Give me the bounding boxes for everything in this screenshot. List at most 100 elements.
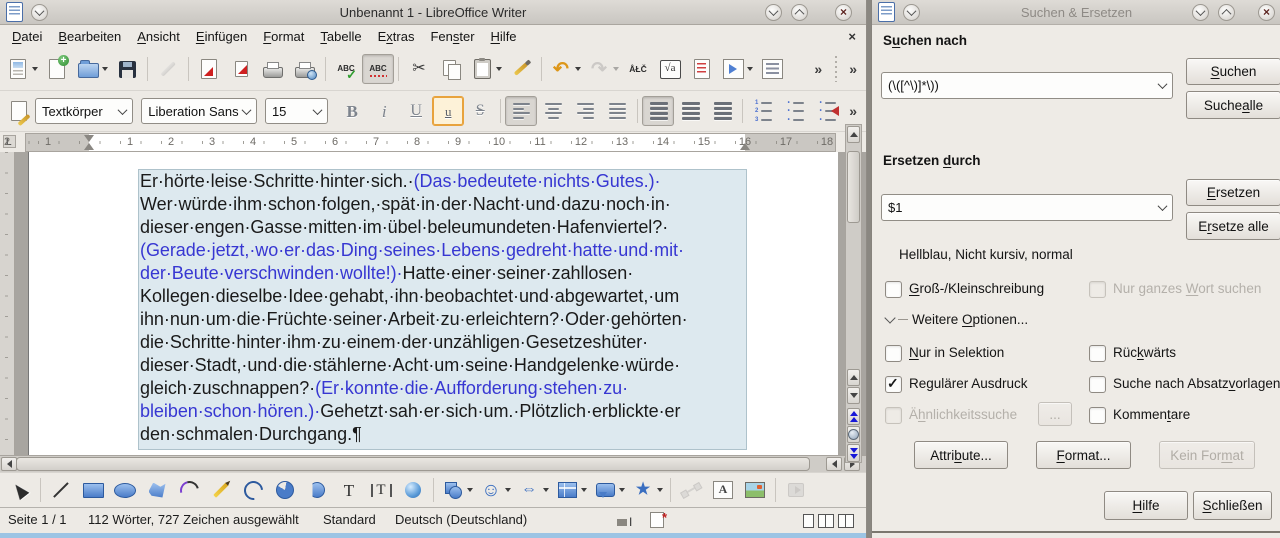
- font-size-combo[interactable]: 15: [264, 98, 329, 124]
- next-page-button[interactable]: [847, 444, 860, 462]
- line-spacing-15-button[interactable]: [674, 96, 706, 126]
- attributes-button[interactable]: Attri b ute...: [914, 441, 1008, 469]
- replace-term-combo[interactable]: $1: [881, 194, 1173, 221]
- scroll-up-button-2[interactable]: [847, 369, 860, 386]
- view-layout-icons[interactable]: [803, 514, 854, 528]
- search-all-button[interactable]: Suche a lle: [1186, 91, 1280, 119]
- menu-item-ansicht[interactable]: Ansicht: [129, 26, 188, 47]
- document-area[interactable]: Er·hörte·leise·Schritte·hinter·sich.·(Da…: [0, 152, 866, 455]
- vertical-ruler[interactable]: [0, 152, 15, 455]
- dropdown-caret-icon[interactable]: [102, 67, 108, 71]
- print-button[interactable]: [257, 54, 289, 84]
- checkbox-groß-kleinschreibung[interactable]: [885, 281, 902, 298]
- navigation-button[interactable]: [847, 426, 860, 443]
- cut-button[interactable]: ✂: [403, 54, 435, 84]
- unshade-button[interactable]: [791, 3, 808, 21]
- checkbox-label-rückwärts[interactable]: Rückwärts: [1113, 345, 1176, 360]
- menu-item-extras[interactable]: Extras: [370, 26, 423, 47]
- strikethrough-button[interactable]: S: [464, 96, 496, 126]
- menu-item-bearbeiten[interactable]: Bearbeiten: [50, 26, 129, 47]
- close-document-icon[interactable]: ×: [848, 29, 856, 44]
- dropdown-caret-icon[interactable]: [747, 67, 753, 71]
- callout-button[interactable]: [397, 475, 429, 505]
- flowchart-button[interactable]: [552, 475, 590, 505]
- document-text-line[interactable]: ihn·nun·um·die·Früchte·seiner·Arbeit·zu·…: [140, 309, 745, 332]
- status-word-count[interactable]: 112 Wörter, 727 Zeichen ausgewählt: [88, 512, 299, 527]
- search-term-combo[interactable]: (\([^\)]*\)): [881, 72, 1173, 99]
- document-text-line[interactable]: dieser·Stadt,·und·die·stählerne·Acht·um·…: [140, 355, 745, 378]
- callouts-button[interactable]: [590, 475, 628, 505]
- menu-item-hilfe[interactable]: Hilfe: [483, 26, 525, 47]
- search-button[interactable]: Suchen: [1186, 58, 1280, 85]
- close-button[interactable]: Schließen: [1193, 491, 1272, 520]
- status-language[interactable]: Deutsch (Deutschland): [395, 512, 527, 527]
- document-page[interactable]: Er·hörte·leise·Schritte·hinter·sich.·(Da…: [28, 152, 838, 455]
- dialog-unshade-button[interactable]: [1218, 3, 1235, 21]
- dropdown-caret-icon[interactable]: [32, 67, 38, 71]
- scroll-left-button-2[interactable]: [826, 457, 842, 471]
- document-modified-icon[interactable]: [650, 510, 667, 528]
- menu-item-format[interactable]: Format: [255, 26, 312, 47]
- rectangle-button[interactable]: [77, 475, 109, 505]
- checkbox-label-nur-in-selektion[interactable]: Nur in Selektion: [909, 345, 1004, 360]
- unordered-list-button[interactable]: • • •: [779, 96, 811, 126]
- dropdown-caret-icon[interactable]: [657, 488, 663, 492]
- status-page-style[interactable]: Standard: [323, 512, 376, 527]
- no-format-button[interactable]: Kein For m at: [1159, 441, 1255, 469]
- print-preview-button[interactable]: [289, 54, 321, 84]
- checkbox-regulärer-ausdruck[interactable]: ✓: [885, 375, 902, 393]
- left-indent-marker[interactable]: [84, 143, 94, 150]
- dialog-close-button[interactable]: ×: [1258, 3, 1275, 21]
- align-center-button[interactable]: [537, 96, 569, 126]
- font-name-combo[interactable]: Liberation Sans: [141, 98, 257, 124]
- block-arrows-button[interactable]: ⇔: [514, 475, 552, 505]
- document-text-line[interactable]: den·schmalen·Durchgang.¶: [140, 424, 745, 447]
- checkbox-kommentare[interactable]: [1089, 407, 1106, 424]
- dropdown-caret-icon[interactable]: [581, 488, 587, 492]
- arc-button[interactable]: [237, 475, 269, 505]
- document-text-line[interactable]: bleiben·schon·hören.)·Gehetzt·sah·er·sic…: [140, 401, 745, 424]
- dropdown-caret-icon[interactable]: [619, 488, 625, 492]
- book-view-icon[interactable]: [838, 514, 854, 528]
- insert-image-button[interactable]: [739, 475, 771, 505]
- special-character-button[interactable]: ÅŁČ: [622, 54, 654, 84]
- text-box-button[interactable]: T: [333, 475, 365, 505]
- checkbox-rückwärts[interactable]: [1089, 345, 1106, 362]
- selection-mode-icon[interactable]: I: [617, 515, 632, 529]
- line-button[interactable]: [45, 475, 77, 505]
- ellipse-pie-button[interactable]: [269, 475, 301, 505]
- horizontal-ruler[interactable]: 2 1 1 2 3 4 5 6 7 8 9 10 11 12 13 14 15 16 17 18: [4, 133, 836, 152]
- vertical-text-button[interactable]: T: [365, 475, 397, 505]
- underline-active-button[interactable]: u: [432, 96, 465, 126]
- decrease-indent-button[interactable]: • • •: [811, 96, 843, 126]
- document-text-line[interactable]: Er·hörte·leise·Schritte·hinter·sich.·(Da…: [140, 171, 745, 194]
- close-window-button[interactable]: ×: [835, 3, 852, 21]
- single-page-view-icon[interactable]: [803, 514, 814, 528]
- scroll-down-button[interactable]: [847, 387, 860, 404]
- horizontal-scrollbar[interactable]: [0, 455, 866, 472]
- copy-button[interactable]: [435, 54, 467, 84]
- spelling-button[interactable]: ABC ✓: [330, 54, 362, 84]
- paste-button[interactable]: [467, 54, 505, 84]
- line-spacing-2-button[interactable]: [706, 96, 738, 126]
- checkbox-nur-in-selektion[interactable]: [885, 345, 902, 362]
- ellipse-button[interactable]: [109, 475, 141, 505]
- format-button[interactable]: Format...: [1036, 441, 1131, 469]
- document-text-line[interactable]: die·Schritte·hinter·ihm·zu·einem·der·unz…: [140, 332, 745, 355]
- load-url-button[interactable]: [3, 54, 41, 84]
- replace-all-button[interactable]: Er setze alle: [1186, 212, 1280, 240]
- fontwork-button[interactable]: A: [707, 475, 739, 505]
- italic-button[interactable]: i: [368, 96, 400, 126]
- toolbar-grip[interactable]: [832, 56, 840, 82]
- selected-paragraph[interactable]: Er·hörte·leise·Schritte·hinter·sich.·(Da…: [138, 169, 747, 450]
- toolbar-overflow-button[interactable]: »: [843, 103, 863, 119]
- paragraph-style-combo[interactable]: Textkörper: [35, 98, 134, 124]
- checkbox-suche-nach-absatzvorlagen[interactable]: [1089, 376, 1106, 393]
- ordered-list-button[interactable]: 123: [747, 96, 779, 126]
- dropdown-caret-icon[interactable]: [575, 67, 581, 71]
- export-pdf-button[interactable]: [193, 54, 225, 84]
- previous-page-button[interactable]: [847, 408, 860, 425]
- track-changes-button[interactable]: [686, 54, 718, 84]
- menu-item-fenster[interactable]: Fenster: [422, 26, 482, 47]
- document-text-line[interactable]: (Gerade·jetzt,·wo·er·das·Ding·seines·Leb…: [140, 240, 745, 263]
